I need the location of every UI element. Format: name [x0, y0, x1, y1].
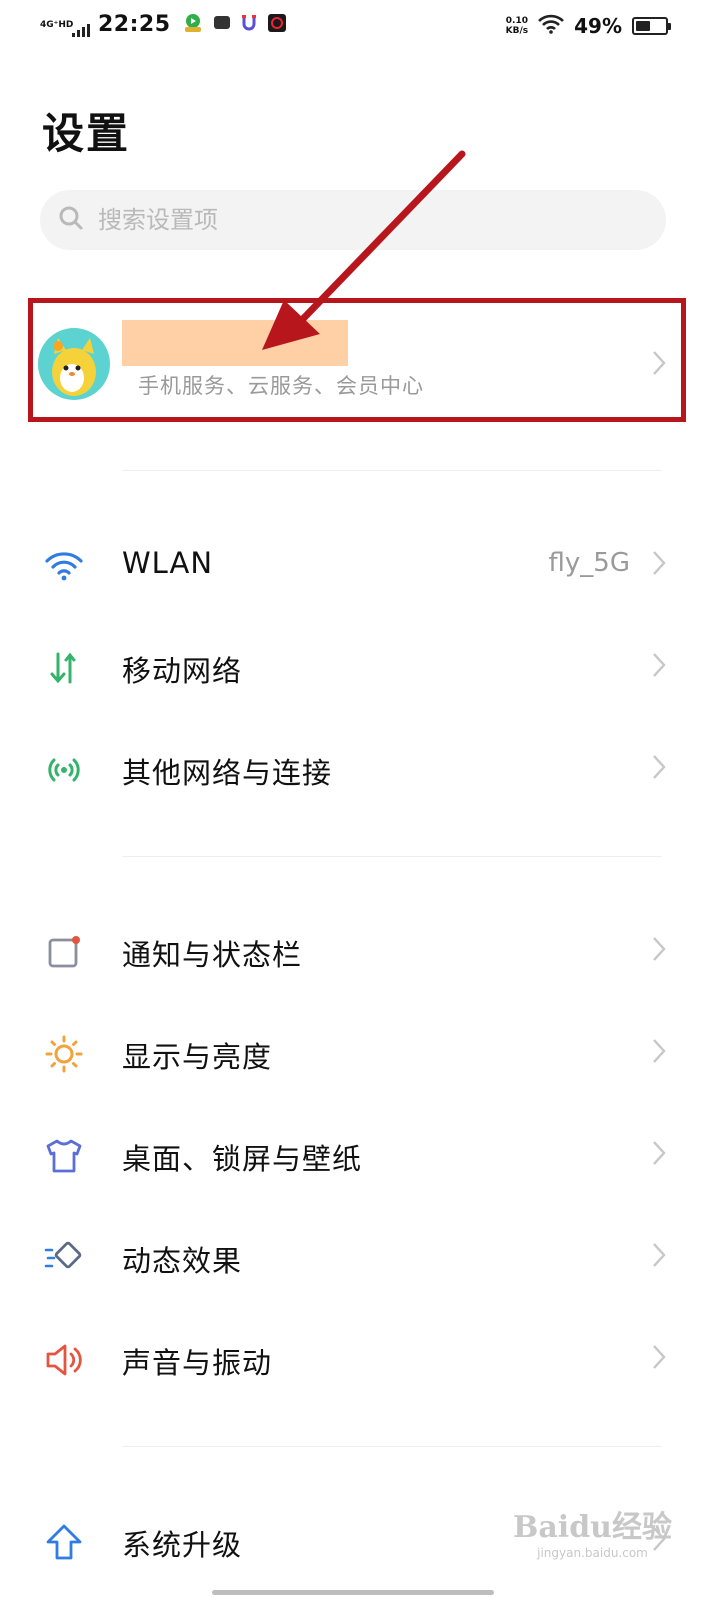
- settings-item-label: 移动网络: [122, 654, 243, 688]
- wifi-status-icon: [538, 14, 565, 38]
- speed-unit: KB/s: [505, 26, 529, 36]
- settings-item-animation[interactable]: 动态效果: [0, 1208, 720, 1304]
- settings-item-wallpaper[interactable]: 桌面、锁屏与壁纸: [0, 1106, 720, 1202]
- settings-item-label: 动态效果: [122, 1244, 243, 1278]
- settings-item-label: 其他网络与连接: [122, 756, 333, 790]
- chevron-right-icon: [652, 550, 666, 580]
- settings-item-label: 系统升级: [122, 1528, 243, 1562]
- magnet-app-icon: [241, 14, 257, 36]
- settings-item-notifications[interactable]: 通知与状态栏: [0, 902, 720, 998]
- settings-item-wlan[interactable]: WLAN fly_5G: [0, 516, 720, 612]
- network-type: 4G⁺HD: [40, 19, 74, 30]
- chat-app-icon: [213, 14, 231, 36]
- mobile-network-icon: [44, 648, 84, 688]
- search-input[interactable]: [98, 206, 578, 234]
- search-bar[interactable]: [40, 190, 666, 250]
- search-icon: [58, 205, 84, 235]
- chevron-right-icon: [652, 754, 666, 784]
- avatar[interactable]: [38, 328, 110, 400]
- speed-value: 0.10: [505, 16, 528, 26]
- status-right: 0.10 KB/s 49%: [506, 14, 671, 38]
- chevron-right-icon: [652, 1140, 666, 1170]
- settings-item-sound[interactable]: 声音与振动: [0, 1310, 720, 1406]
- animation-icon: [44, 1238, 84, 1278]
- account-name-redacted: [122, 320, 348, 366]
- watermark-url: jingyan.baidu.com: [537, 1546, 648, 1560]
- settings-item-label: 通知与状态栏: [122, 938, 303, 972]
- settings-item-other-connections[interactable]: 其他网络与连接: [0, 720, 720, 816]
- chevron-right-icon: [652, 1344, 666, 1374]
- chevron-right-icon: [652, 652, 666, 682]
- status-bar: 4G⁺HD 22:25 0.10 KB/s 49%: [0, 0, 720, 56]
- wifi-icon: [44, 546, 84, 586]
- status-time: 22:25: [98, 12, 171, 37]
- section-divider: [122, 1446, 662, 1447]
- connection-icon: [44, 750, 84, 790]
- settings-item-mobile-network[interactable]: 移动网络: [0, 618, 720, 714]
- page-title: 设置: [42, 109, 131, 158]
- notification-app-icons: [183, 13, 287, 37]
- chevron-right-icon: [652, 350, 666, 380]
- system-update-icon: [44, 1522, 84, 1562]
- home-indicator[interactable]: [212, 1590, 494, 1595]
- notification-icon: [44, 932, 84, 972]
- settings-item-label: 显示与亮度: [122, 1040, 273, 1074]
- section-divider: [122, 856, 662, 857]
- chevron-right-icon: [652, 936, 666, 966]
- battery-percent: 49%: [574, 14, 622, 38]
- wallpaper-icon: [44, 1136, 84, 1176]
- status-left: 4G⁺HD 22:25: [40, 12, 287, 37]
- chevron-right-icon: [652, 1038, 666, 1068]
- section-divider: [122, 470, 662, 471]
- watermark-brand: Baidu经验: [513, 1510, 672, 1545]
- chevron-right-icon: [652, 1242, 666, 1272]
- brightness-icon: [44, 1034, 84, 1074]
- baidu-watermark: Baidu经验 jingyan.baidu.com: [513, 1502, 672, 1560]
- battery-fill: [636, 21, 650, 31]
- wlan-ssid-value: fly_5G: [548, 548, 630, 578]
- signal-icon: [72, 23, 90, 37]
- account-subtitle: 手机服务、云服务、会员中心: [138, 374, 424, 398]
- settings-item-label: 桌面、锁屏与壁纸: [122, 1142, 363, 1176]
- settings-item-label: 声音与振动: [122, 1346, 273, 1380]
- sound-icon: [44, 1340, 84, 1380]
- settings-item-display[interactable]: 显示与亮度: [0, 1004, 720, 1100]
- battery-icon: [632, 17, 671, 35]
- settings-item-label: WLAN: [122, 546, 214, 580]
- network-speed: 0.10 KB/s: [506, 16, 528, 36]
- account-row[interactable]: 手机服务、云服务、会员中心: [28, 298, 686, 422]
- video-app-icon: [267, 13, 287, 37]
- game-app-icon: [183, 13, 203, 37]
